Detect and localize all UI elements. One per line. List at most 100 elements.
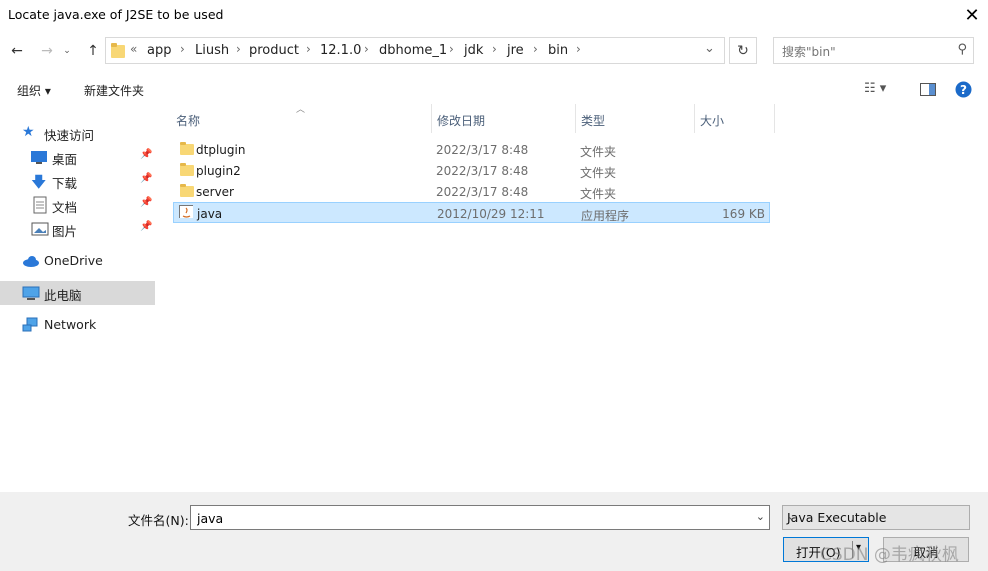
breadcrumb-overflow[interactable]: « [130, 42, 137, 56]
title-bar: Locate java.exe of J2SE to be used ✕ [0, 0, 988, 31]
filename-combobox[interactable]: ⌄ [190, 505, 770, 530]
window-title: Locate java.exe of J2SE to be used [8, 7, 224, 22]
sidebar-item-documents[interactable]: 文档 📌 [0, 193, 155, 217]
sidebar-item-label: 下载 [52, 176, 78, 191]
up-arrow-icon[interactable]: ↑ [82, 40, 104, 62]
sidebar-item-downloads[interactable]: 🡇 下载 📌 [0, 169, 155, 193]
forward-arrow-icon[interactable]: → [36, 40, 58, 62]
open-button-label: 打开(O) [796, 545, 841, 560]
chevron-right-icon[interactable]: › [180, 42, 185, 56]
chevron-right-icon[interactable]: › [306, 42, 311, 56]
column-header-size[interactable]: 大小 [695, 104, 775, 133]
command-bar: 组织 ▾ 新建文件夹 ☷ ▾ ? [0, 74, 988, 104]
sidebar-item-network[interactable]: Network [0, 313, 155, 337]
file-type: 文件夹 [580, 187, 617, 201]
breadcrumb-jre[interactable]: jre [507, 43, 524, 58]
file-row[interactable]: plugin2 2022/3/17 8:48 文件夹 [173, 160, 770, 181]
file-name: dtplugin [196, 143, 246, 157]
file-row[interactable]: dtplugin 2022/3/17 8:48 文件夹 [173, 139, 770, 160]
chevron-right-icon[interactable]: › [364, 42, 369, 56]
breadcrumb-12-1-0[interactable]: 12.1.0 [320, 43, 361, 58]
chevron-down-icon[interactable]: ⌄ [787, 510, 964, 523]
sidebar-item-pictures[interactable]: 图片 📌 [0, 217, 155, 241]
chevron-right-icon[interactable]: › [492, 42, 497, 56]
column-header-date[interactable]: 修改日期 [432, 104, 576, 133]
breadcrumb-app[interactable]: app [147, 43, 171, 58]
chevron-right-icon[interactable]: › [576, 42, 581, 56]
pin-icon[interactable]: 📌 [140, 149, 152, 160]
file-name: plugin2 [196, 164, 241, 178]
file-type: 文件夹 [580, 166, 617, 180]
back-arrow-icon[interactable]: ← [6, 40, 28, 62]
file-type: 应用程序 [581, 209, 630, 223]
sidebar-item-label: 图片 [52, 224, 78, 239]
breadcrumb-liush[interactable]: Liush [195, 43, 229, 58]
sidebar-item-onedrive[interactable]: OneDrive [0, 249, 155, 273]
java-executable-icon [179, 205, 193, 218]
refresh-icon[interactable]: ↻ [729, 37, 757, 64]
filetype-select[interactable]: Java Executable ⌄ [782, 505, 970, 530]
computer-icon [22, 286, 40, 300]
sidebar-item-desktop[interactable]: 桌面 📌 [0, 145, 155, 169]
cloud-icon [23, 256, 39, 267]
folder-icon [180, 184, 194, 197]
download-arrow-icon: 🡇 [31, 173, 47, 191]
desktop-icon [31, 151, 47, 164]
cancel-button[interactable]: 取消 [883, 537, 969, 562]
file-size: 169 KB [722, 207, 765, 221]
help-icon[interactable]: ? [955, 81, 972, 98]
file-row-selected[interactable]: java 2012/10/29 12:11 应用程序 169 KB [173, 202, 770, 223]
pin-icon[interactable]: 📌 [140, 221, 152, 232]
file-row[interactable]: server 2022/3/17 8:48 文件夹 [173, 181, 770, 202]
sidebar-item-label: 此电脑 [44, 288, 82, 303]
folder-icon [111, 43, 125, 58]
search-box[interactable]: ⚲ [773, 37, 974, 64]
chevron-right-icon[interactable]: › [236, 42, 241, 56]
svg-text:?: ? [960, 83, 967, 97]
split-divider [852, 541, 853, 558]
breadcrumb-jdk[interactable]: jdk [464, 43, 483, 58]
file-date: 2022/3/17 8:48 [436, 143, 529, 157]
preview-pane-icon[interactable] [920, 83, 936, 96]
chevron-right-icon[interactable]: › [449, 42, 454, 56]
folder-icon [180, 163, 194, 176]
open-button[interactable]: 打开(O) ▾ [783, 537, 869, 562]
folder-icon [180, 142, 194, 155]
cancel-button-label: 取消 [913, 545, 939, 560]
document-icon [33, 196, 47, 214]
search-input[interactable] [780, 41, 954, 62]
chevron-down-icon[interactable]: ▾ [856, 542, 861, 553]
file-name: server [196, 185, 234, 199]
sidebar-item-quick-access[interactable]: ★ 快速访问 [0, 121, 155, 145]
address-bar[interactable]: « app › Liush › product › 12.1.0 › dbhom… [105, 37, 725, 64]
address-dropdown-chevron-icon[interactable]: ⌄ [704, 41, 715, 56]
file-date: 2022/3/17 8:48 [436, 185, 529, 199]
column-header-name[interactable]: 名称 [171, 104, 432, 133]
chevron-right-icon[interactable]: › [533, 42, 538, 56]
star-icon: ★ [22, 124, 35, 140]
pin-icon[interactable]: 📌 [140, 197, 152, 208]
sidebar-item-label: 文档 [52, 200, 78, 215]
network-icon [22, 317, 38, 332]
view-options-icon[interactable]: ☷ ▾ [864, 81, 886, 96]
breadcrumb-product[interactable]: product [249, 43, 299, 58]
close-icon[interactable]: ✕ [958, 2, 986, 28]
filename-input[interactable] [195, 509, 739, 528]
column-header-label: 大小 [700, 114, 725, 128]
file-type: 文件夹 [580, 145, 617, 159]
navigation-pane: ★ 快速访问 桌面 📌 🡇 下载 📌 文档 📌 图片 📌 OneDrive 此电… [0, 104, 160, 492]
pin-icon[interactable]: 📌 [140, 173, 152, 184]
column-header-type[interactable]: 类型 [576, 104, 695, 133]
organize-button[interactable]: 组织 ▾ [17, 82, 51, 99]
breadcrumb-dbhome-1[interactable]: dbhome_1 [379, 43, 447, 58]
sidebar-item-this-pc[interactable]: 此电脑 [0, 281, 155, 305]
picture-icon [31, 222, 49, 236]
recent-locations-chevron-icon[interactable]: ⌄ [60, 40, 74, 62]
breadcrumb-bin[interactable]: bin [548, 43, 568, 58]
file-name: java [197, 207, 223, 221]
new-folder-button[interactable]: 新建文件夹 [84, 82, 144, 99]
search-icon[interactable]: ⚲ [957, 42, 967, 57]
column-header-label: 名称 [176, 114, 201, 128]
chevron-down-icon[interactable]: ⌄ [756, 510, 765, 523]
sidebar-item-label: 桌面 [52, 152, 78, 167]
